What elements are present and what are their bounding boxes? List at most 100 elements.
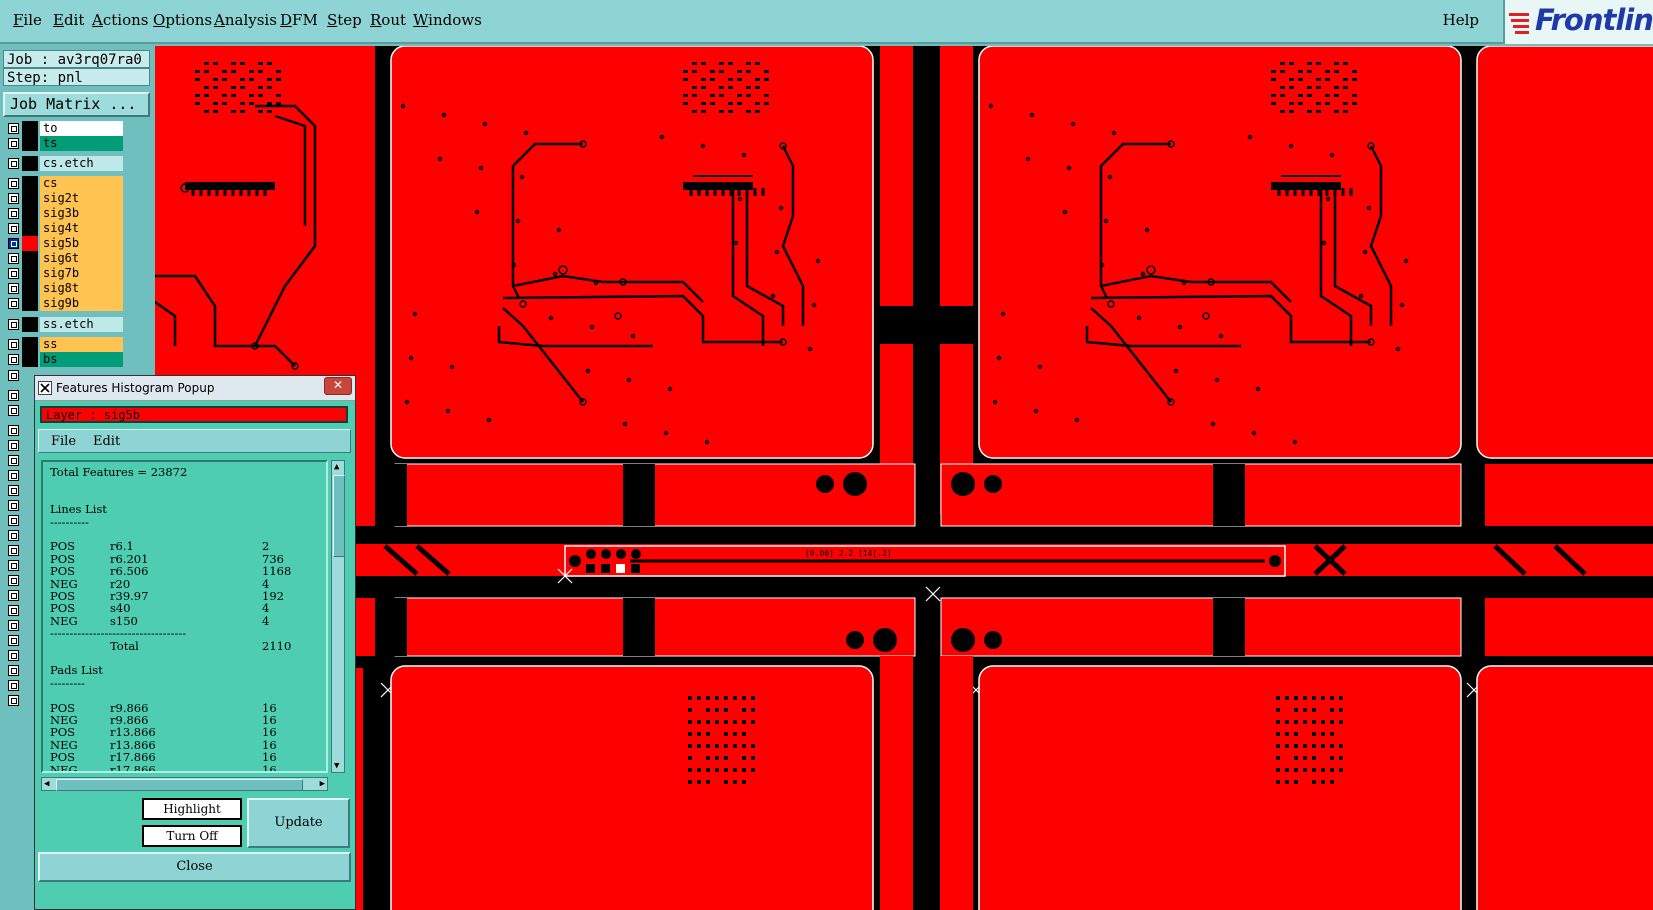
layer-display-checkbox[interactable] <box>8 605 19 616</box>
layer-display-checkbox[interactable] <box>8 545 19 556</box>
layer-row-empty[interactable] <box>5 558 35 573</box>
layer-display-checkbox[interactable] <box>8 590 19 601</box>
layer-name[interactable]: bs <box>40 352 123 367</box>
scroll-up-icon[interactable]: ▲ <box>334 462 339 472</box>
layer-name[interactable]: sig9b <box>40 296 123 311</box>
layer-color-swatch[interactable] <box>22 221 38 236</box>
layer-row-empty[interactable] <box>5 513 35 528</box>
layer-display-checkbox[interactable] <box>8 620 19 631</box>
layer-display-checkbox[interactable] <box>8 665 19 676</box>
menu-file[interactable]: File <box>13 11 42 29</box>
layer-row-empty[interactable] <box>5 648 35 663</box>
layer-color-swatch[interactable] <box>22 337 38 352</box>
layer-row-empty[interactable] <box>5 633 35 648</box>
layer-row-sig4t[interactable]: sig4t <box>5 221 123 236</box>
layer-row-sig2t[interactable]: sig2t <box>5 191 123 206</box>
layer-color-swatch[interactable] <box>22 251 38 266</box>
layer-row-empty[interactable] <box>5 483 35 498</box>
layer-row-sig9b[interactable]: sig9b <box>5 296 123 311</box>
layer-row-ss[interactable]: ss <box>5 337 123 352</box>
layer-row-bs[interactable]: bs <box>5 352 123 367</box>
layer-row-empty[interactable] <box>5 423 35 438</box>
layer-row-empty[interactable] <box>5 573 35 588</box>
layer-row-sig8t[interactable]: sig8t <box>5 281 123 296</box>
layer-display-checkbox[interactable] <box>8 268 19 279</box>
layer-display-checkbox[interactable] <box>8 650 19 661</box>
scroll-right-icon[interactable]: ▶ <box>320 779 325 789</box>
pcb-panel-view[interactable]: [0.00] 2.2 [14[.2] <box>155 46 1653 910</box>
layer-name[interactable]: sig7b <box>40 266 123 281</box>
layer-display-checkbox[interactable] <box>8 425 19 436</box>
layer-name[interactable]: sig5b <box>40 236 123 251</box>
layer-display-checkbox[interactable] <box>8 178 19 189</box>
layer-row-empty[interactable] <box>5 663 35 678</box>
popup-menu-edit[interactable]: Edit <box>93 434 120 449</box>
layer-row-empty[interactable] <box>5 618 35 633</box>
menu-actions[interactable]: Actions <box>92 11 148 29</box>
menu-rout[interactable]: Rout <box>370 11 406 29</box>
layer-display-checkbox[interactable] <box>8 283 19 294</box>
layer-name[interactable]: sig8t <box>40 281 123 296</box>
layer-display-checkbox[interactable] <box>8 223 19 234</box>
layer-row-sig5b[interactable]: sig5b <box>5 236 123 251</box>
highlight-button[interactable]: Highlight <box>142 798 242 820</box>
layer-display-checkbox[interactable] <box>8 208 19 219</box>
layer-row-empty[interactable] <box>5 468 35 483</box>
layer-display-checkbox[interactable] <box>8 575 19 586</box>
histogram-list[interactable]: Total Features = 23872 Lines List --------… <box>41 460 328 773</box>
layer-display-checkbox[interactable] <box>8 515 19 526</box>
layer-row-empty[interactable] <box>5 498 35 513</box>
layer-display-checkbox[interactable] <box>8 530 19 541</box>
menu-step[interactable]: Step <box>327 11 362 29</box>
layer-name[interactable]: sig6t <box>40 251 123 266</box>
scroll-down-icon[interactable]: ▼ <box>334 761 339 771</box>
layer-display-checkbox[interactable] <box>8 560 19 571</box>
layer-display-checkbox[interactable] <box>8 253 19 264</box>
layer-color-swatch[interactable] <box>22 352 38 367</box>
layer-row-empty[interactable] <box>5 528 35 543</box>
scroll-left-icon[interactable]: ◀ <box>44 779 49 789</box>
hscroll-thumb[interactable] <box>56 779 303 791</box>
layer-color-swatch[interactable] <box>22 266 38 281</box>
popup-menu-file[interactable]: File <box>51 434 76 449</box>
layer-display-checkbox[interactable] <box>8 485 19 496</box>
layer-color-swatch[interactable] <box>22 206 38 221</box>
layer-display-checkbox[interactable] <box>8 354 19 365</box>
layer-row-sig3b[interactable]: sig3b <box>5 206 123 221</box>
layer-row-empty[interactable] <box>5 603 35 618</box>
layer-display-checkbox[interactable] <box>8 319 19 330</box>
layer-color-swatch[interactable] <box>22 317 38 332</box>
layer-name[interactable]: sig3b <box>40 206 123 221</box>
layer-row-empty[interactable] <box>5 693 35 708</box>
popup-title-bar[interactable]: Features Histogram Popup ✕ <box>35 376 355 401</box>
layer-row-empty[interactable] <box>5 453 35 468</box>
layer-row-empty[interactable] <box>5 588 35 603</box>
layer-color-swatch[interactable] <box>22 281 38 296</box>
layer-name[interactable]: sig2t <box>40 191 123 206</box>
layer-color-swatch[interactable] <box>22 156 38 171</box>
layer-name[interactable]: to <box>40 121 123 136</box>
scroll-thumb[interactable] <box>333 475 345 557</box>
update-button[interactable]: Update <box>247 798 350 848</box>
menu-windows[interactable]: Windows <box>413 11 482 29</box>
layer-display-checkbox[interactable] <box>8 138 19 149</box>
layer-display-checkbox[interactable] <box>8 158 19 169</box>
layer-row-to[interactable]: to <box>5 121 123 136</box>
turn-off-button[interactable]: Turn Off <box>142 825 242 847</box>
layer-display-checkbox[interactable] <box>8 405 19 416</box>
layer-display-checkbox[interactable] <box>8 123 19 134</box>
layer-row-sig6t[interactable]: sig6t <box>5 251 123 266</box>
layer-row-cs-etch[interactable]: cs.etch <box>5 156 123 171</box>
menu-dfm[interactable]: DFM <box>280 11 318 29</box>
layer-display-checkbox[interactable] <box>8 238 19 249</box>
close-icon[interactable]: ✕ <box>324 377 352 395</box>
menu-help[interactable]: Help <box>1443 11 1479 29</box>
layer-color-swatch[interactable] <box>22 121 38 136</box>
layer-name[interactable]: cs.etch <box>40 156 123 171</box>
layer-color-swatch[interactable] <box>22 296 38 311</box>
layer-row-cs[interactable]: cs <box>5 176 123 191</box>
job-matrix-button[interactable]: Job Matrix ... <box>3 92 150 117</box>
layer-display-checkbox[interactable] <box>8 455 19 466</box>
layer-display-checkbox[interactable] <box>8 193 19 204</box>
layer-color-swatch[interactable] <box>22 191 38 206</box>
